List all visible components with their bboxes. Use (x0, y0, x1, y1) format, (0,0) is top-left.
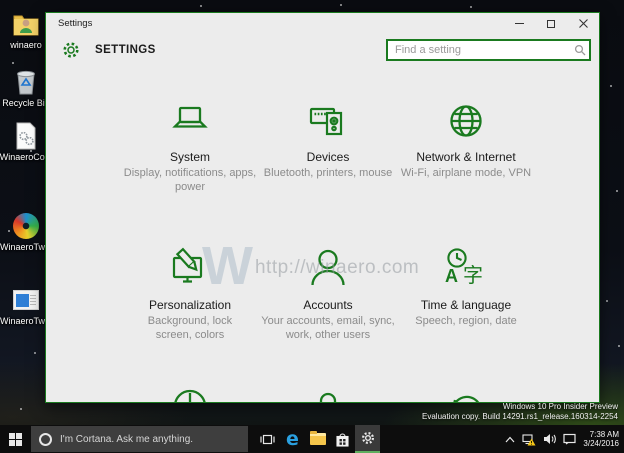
build-watermark-line2: Evaluation copy. Build 14291.rs1_release… (422, 411, 618, 421)
volume-icon[interactable] (543, 433, 557, 445)
tile-personalization[interactable]: Personalization Background, lock screen,… (115, 245, 265, 342)
taskbar: I'm Cortana. Ask me anything. e 7:38 AM … (0, 425, 624, 453)
tile-network-internet[interactable]: Network & Internet Wi-Fi, airplane mode,… (391, 97, 541, 180)
tile-subtitle: Bluetooth, printers, mouse (263, 167, 393, 179)
edge-button[interactable]: e (280, 425, 305, 453)
svg-text:字: 字 (463, 263, 483, 287)
winaero-tweaker-icon (12, 212, 40, 240)
network-icon[interactable] (522, 433, 536, 446)
tile-subtitle: Display, notifications, apps, power (123, 167, 257, 193)
page-title: SETTINGS (95, 44, 156, 56)
tray-time: 7:38 AM (589, 429, 619, 439)
search-icon (574, 44, 586, 56)
file-explorer-button[interactable] (305, 425, 330, 453)
settings-taskbar-button[interactable] (355, 425, 380, 453)
network-globe-icon (442, 97, 490, 145)
tile-title: Devices (306, 150, 350, 164)
time-language-icon: A 字 (442, 245, 490, 293)
tray-date: 3/24/2016 (583, 439, 619, 448)
close-button[interactable] (567, 13, 599, 34)
search-box (386, 39, 591, 61)
tile-title: Network & Internet (416, 150, 516, 164)
cortana-placeholder: I'm Cortana. Ask me anything. (60, 433, 194, 445)
ease-of-access-icon (166, 383, 214, 402)
accounts-person-icon (304, 245, 352, 293)
app-window-icon (12, 286, 40, 314)
window-title: Settings (58, 18, 93, 29)
tile-system[interactable]: System Display, notifications, apps, pow… (115, 97, 265, 194)
windows-logo-icon (9, 432, 22, 446)
maximize-button[interactable] (535, 13, 567, 34)
tile-devices[interactable]: Devices Bluetooth, printers, mouse (253, 97, 403, 180)
tile-title: System (169, 150, 210, 164)
file-explorer-icon (309, 431, 326, 445)
settings-gear-icon (62, 41, 80, 64)
tile-subtitle: Speech, region, date (415, 315, 517, 327)
minimize-button[interactable] (503, 13, 535, 34)
tile-time-language[interactable]: A 字 Time & language Speech, region, date (391, 245, 541, 328)
devices-icon (304, 97, 352, 145)
task-view-button[interactable] (255, 425, 280, 453)
config-file-icon (12, 122, 40, 150)
personalization-icon (166, 245, 214, 293)
system-laptop-icon (166, 97, 214, 145)
task-view-icon (260, 434, 275, 444)
build-watermark-line1: Windows 10 Pro Insider Preview (502, 402, 618, 411)
tile-subtitle: Background, lock screen, colors (147, 315, 233, 341)
svg-text:A: A (445, 266, 458, 286)
edge-icon: e (286, 427, 299, 450)
settings-gear-taskbar-icon (361, 431, 374, 445)
cortana-icon (39, 432, 52, 446)
window-titlebar[interactable]: Settings (46, 13, 599, 34)
search-input[interactable] (386, 39, 591, 61)
tile-title: Time & language (420, 298, 512, 312)
tile-subtitle: Wi-Fi, airplane mode, VPN (400, 167, 532, 179)
build-watermark: Windows 10 Pro Insider Preview Evaluatio… (422, 402, 618, 421)
desktop-icon-label: winaero (10, 40, 42, 50)
maximize-icon (547, 19, 555, 28)
privacy-lock-icon (304, 383, 352, 402)
system-tray: 7:38 AM 3/24/2016 (505, 430, 624, 449)
close-icon (578, 19, 588, 28)
tile-title: Personalization (148, 298, 232, 312)
tray-clock[interactable]: 7:38 AM 3/24/2016 (583, 430, 619, 449)
desktop: winaero Recycle Bin WinaeroCo... Winaero… (0, 0, 624, 453)
desktop-icon-label: Recycle Bin (2, 98, 50, 108)
settings-window: Settings SETTINGS Find a setting System … (45, 12, 600, 403)
tile-title: Accounts (303, 298, 353, 312)
tray-chevron-icon[interactable] (505, 436, 515, 443)
tile-update-security[interactable] (391, 383, 541, 402)
update-security-icon (442, 383, 490, 402)
action-center-icon[interactable] (563, 433, 577, 445)
cortana-search-box[interactable]: I'm Cortana. Ask me anything. (31, 426, 248, 452)
tile-accounts[interactable]: Accounts Your accounts, email, sync, wor… (253, 245, 403, 342)
recycle-bin-icon (12, 68, 40, 96)
minimize-icon (514, 23, 524, 24)
caption-buttons (503, 13, 599, 34)
tile-privacy[interactable] (253, 383, 403, 402)
start-button[interactable] (0, 425, 31, 453)
user-folder-icon (12, 10, 40, 38)
store-button[interactable] (330, 425, 355, 453)
tile-subtitle: Your accounts, email, sync, work, other … (261, 315, 395, 341)
tile-ease-of-access[interactable] (115, 383, 265, 402)
store-icon (336, 432, 349, 447)
